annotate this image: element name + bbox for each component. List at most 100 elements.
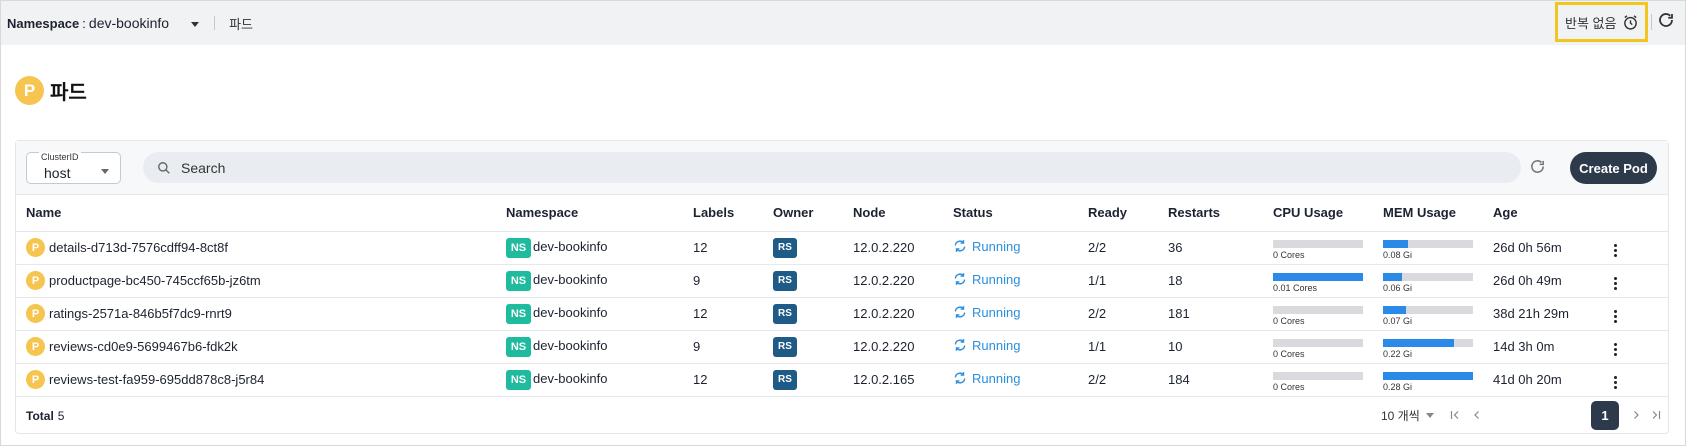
namespace-select[interactable]: Namespace : dev-bookinfo <box>1 1 200 45</box>
total-count: Total 5 <box>26 409 64 423</box>
usage-track <box>1273 239 1363 248</box>
usage-fill <box>1383 371 1473 380</box>
cpu-usage-bar: 0 Cores <box>1273 302 1363 326</box>
chevron-down-icon <box>191 21 200 27</box>
table-row[interactable]: Pratings-2571a-846b5f7dc9-rnrt9 NS dev-boo… <box>16 297 1668 331</box>
namespace-value: dev-bookinfo <box>533 337 608 353</box>
cluster-id-select[interactable]: ClusterID host <box>26 152 121 184</box>
refresh-interval-selector[interactable]: 반복 없음 <box>1555 2 1648 42</box>
namespace-badge: NS <box>506 270 531 291</box>
cell-status: Running <box>943 363 1078 397</box>
cell-node: 12.0.2.165 <box>843 363 943 397</box>
usage-fill <box>1273 272 1363 281</box>
cell-namespace: NS dev-bookinfo <box>496 264 683 298</box>
cell-labels: 12 <box>683 363 763 397</box>
cell-restarts: 184 <box>1158 363 1263 397</box>
table-row[interactable]: Previews-cd0e9-5699467b6-fdk2k NS dev-book… <box>16 330 1668 364</box>
cell-ready: 1/1 <box>1078 264 1158 298</box>
cell-owner: RS <box>763 231 843 265</box>
namespace-value: dev-bookinfo <box>88 15 170 31</box>
pod-name-link[interactable]: details-d713d-7576cdff94-8ct8f <box>49 240 228 255</box>
chevron-down-icon <box>101 169 109 174</box>
pod-name-link[interactable]: reviews-test-fa959-695dd878c8-j5r84 <box>49 372 264 387</box>
cell-name: Previews-test-fa959-695dd878c8-j5r84 <box>16 363 496 397</box>
cell-namespace: NS dev-bookinfo <box>496 363 683 397</box>
usage-fill <box>1383 305 1406 314</box>
status-text: Running <box>972 304 1021 320</box>
column-header-mem-usage[interactable]: MEM Usage <box>1373 195 1483 232</box>
rows-per-page-select[interactable]: 10 개씩 <box>1381 407 1434 424</box>
cluster-id-value: host <box>44 165 71 181</box>
column-header-status[interactable]: Status <box>943 195 1078 232</box>
divider <box>1651 14 1652 30</box>
cell-restarts: 10 <box>1158 330 1263 364</box>
cell-age: 41d 0h 20m <box>1483 363 1598 397</box>
cell-node: 12.0.2.220 <box>843 264 943 298</box>
cell-age: 26d 0h 56m <box>1483 231 1598 265</box>
pod-icon: P <box>26 304 45 323</box>
last-page-icon[interactable] <box>1646 403 1666 427</box>
column-header-owner[interactable]: Owner <box>763 195 843 232</box>
refresh-icon[interactable] <box>1657 11 1675 29</box>
namespace-badge: NS <box>506 336 531 357</box>
pagination-current-page[interactable]: 1 <box>1591 401 1619 430</box>
cell-node: 12.0.2.220 <box>843 330 943 364</box>
mem-usage-label: 0.28 Gi <box>1383 381 1413 392</box>
pod-name-link[interactable]: ratings-2571a-846b5f7dc9-rnrt9 <box>49 306 232 321</box>
search-input[interactable] <box>181 159 1481 176</box>
column-header-restarts[interactable]: Restarts <box>1158 195 1263 232</box>
more-vertical-icon[interactable] <box>1608 273 1622 293</box>
table-row[interactable]: Previews-test-fa959-695dd878c8-j5r84 NS de… <box>16 363 1668 397</box>
cpu-usage-bar: 0 Cores <box>1273 236 1363 260</box>
namespace-value: dev-bookinfo <box>533 370 608 386</box>
more-vertical-icon[interactable] <box>1608 372 1622 392</box>
column-header-ready[interactable]: Ready <box>1078 195 1158 232</box>
cell-actions <box>1598 264 1668 298</box>
namespace-value: dev-bookinfo <box>533 238 608 254</box>
cell-cpu-usage: 0 Cores <box>1263 231 1373 265</box>
namespace-label: Namespace <box>7 15 80 31</box>
column-header-namespace[interactable]: Namespace <box>496 195 683 232</box>
create-pod-button[interactable]: Create Pod <box>1570 152 1657 184</box>
usage-fill <box>1383 338 1455 347</box>
cell-restarts: 181 <box>1158 297 1263 331</box>
table-footer: Total 5 10 개씩 1 <box>16 397 1668 433</box>
column-header-actions <box>1598 195 1668 232</box>
pod-name-link[interactable]: reviews-cd0e9-5699467b6-fdk2k <box>49 339 238 354</box>
first-page-icon[interactable] <box>1445 403 1465 427</box>
search-icon <box>157 161 171 175</box>
page-header: P 파드 <box>15 76 87 105</box>
cell-name: Pdetails-d713d-7576cdff94-8ct8f <box>16 231 496 265</box>
cell-namespace: NS dev-bookinfo <box>496 330 683 364</box>
pod-icon: P <box>26 337 45 356</box>
table-row[interactable]: Pdetails-d713d-7576cdff94-8ct8f NS dev-boo… <box>16 231 1668 265</box>
cell-age: 38d 21h 29m <box>1483 297 1598 331</box>
cell-ready: 2/2 <box>1078 363 1158 397</box>
column-header-cpu-usage[interactable]: CPU Usage <box>1263 195 1373 232</box>
more-vertical-icon[interactable] <box>1608 240 1622 260</box>
pod-name-link[interactable]: productpage-bc450-745ccf65b-jz6tm <box>49 273 261 288</box>
more-vertical-icon[interactable] <box>1608 306 1622 326</box>
chevron-down-icon <box>1425 413 1434 418</box>
status-text: Running <box>972 337 1021 353</box>
table-row[interactable]: Pproductpage-bc450-745ccf65b-jz6tm NS dev-… <box>16 264 1668 298</box>
cell-status: Running <box>943 330 1078 364</box>
cell-labels: 12 <box>683 297 763 331</box>
table-header-row: Name Namespace Labels Owner Node Status … <box>16 195 1668 232</box>
cell-cpu-usage: 0 Cores <box>1263 330 1373 364</box>
prev-page-icon[interactable] <box>1467 403 1487 427</box>
owner-replicaset-badge: RS <box>773 336 797 357</box>
column-header-node[interactable]: Node <box>843 195 943 232</box>
cell-labels: 9 <box>683 330 763 364</box>
namespace-value: dev-bookinfo <box>533 271 608 287</box>
more-vertical-icon[interactable] <box>1608 339 1622 359</box>
column-header-labels[interactable]: Labels <box>683 195 763 232</box>
cell-cpu-usage: 0 Cores <box>1263 297 1373 331</box>
column-header-age[interactable]: Age <box>1483 195 1598 232</box>
cell-name: Pratings-2571a-846b5f7dc9-rnrt9 <box>16 297 496 331</box>
refresh-icon[interactable] <box>1529 158 1546 175</box>
namespace-badge: NS <box>506 369 531 390</box>
column-header-name[interactable]: Name <box>16 195 496 232</box>
cell-owner: RS <box>763 297 843 331</box>
next-page-icon[interactable] <box>1626 403 1646 427</box>
